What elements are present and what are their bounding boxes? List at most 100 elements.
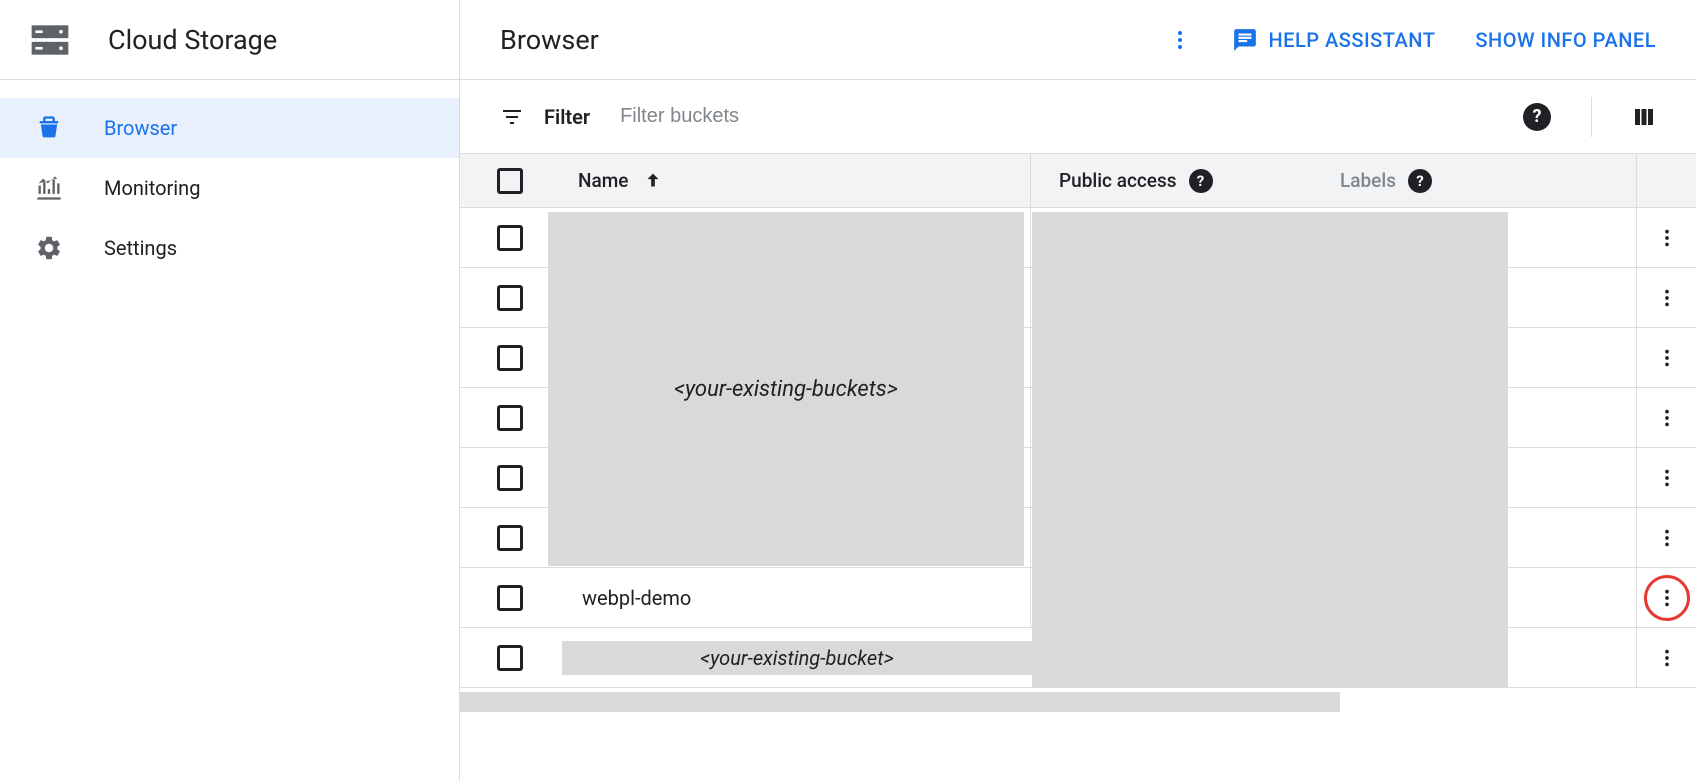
cell-name (560, 388, 1030, 447)
help-icon[interactable]: ? (1408, 169, 1432, 193)
row-checkbox[interactable] (497, 465, 523, 491)
table-row-webpl-demo: webpl-demo (460, 568, 1696, 628)
filter-icon (500, 105, 524, 129)
row-menu-button[interactable] (1636, 268, 1696, 327)
product-title: Cloud Storage (108, 24, 277, 56)
row-checkbox[interactable] (497, 645, 523, 671)
row-menu-button[interactable] (1636, 208, 1696, 267)
cell-labels (1330, 508, 1636, 567)
show-info-panel-button[interactable]: SHOW INFO PANEL (1475, 28, 1656, 52)
show-info-label: SHOW INFO PANEL (1475, 28, 1656, 52)
table-row (460, 388, 1696, 448)
filter-input[interactable] (620, 105, 1503, 128)
row-checkbox[interactable] (497, 405, 523, 431)
row-checkbox[interactable] (497, 585, 523, 611)
header-actions: HELP ASSISTANT SHOW INFO PANEL (1168, 27, 1656, 53)
row-menu-button[interactable] (1636, 628, 1696, 687)
cell-public (1032, 628, 1332, 687)
column-header-public-label: Public access (1059, 169, 1177, 192)
cell-name (560, 448, 1030, 507)
cell-name[interactable]: webpl-demo (560, 568, 1030, 627)
cell-public (1030, 208, 1330, 267)
divider (1591, 97, 1592, 137)
table-row (460, 208, 1696, 268)
filter-label: Filter (544, 105, 590, 129)
table-header: Name Public access ? Labels ? (460, 154, 1696, 208)
row-checkbox[interactable] (497, 225, 523, 251)
sidebar: Cloud Storage Browser Monitoring Setting… (0, 0, 460, 781)
cell-name (560, 328, 1030, 387)
sort-ascending-icon (642, 170, 664, 192)
cell-labels (1332, 628, 1636, 687)
cell-name (560, 208, 1030, 267)
cell-public (1030, 328, 1330, 387)
more-vert-icon (1656, 647, 1678, 669)
more-vert-icon (1656, 407, 1678, 429)
chat-icon (1232, 27, 1258, 53)
cell-labels (1330, 448, 1636, 507)
gear-icon (34, 233, 64, 263)
placeholder-existing-bucket: <your-existing-bucket> (562, 641, 1032, 675)
cell-public (1030, 268, 1330, 327)
help-icon[interactable]: ? (1189, 169, 1213, 193)
row-menu-button[interactable] (1636, 388, 1696, 447)
header-overflow-icon[interactable] (1168, 28, 1192, 52)
more-vert-icon (1656, 347, 1678, 369)
select-all-checkbox[interactable] (497, 168, 523, 194)
cell-labels (1330, 388, 1636, 447)
sidebar-nav: Browser Monitoring Settings (0, 80, 459, 278)
cell-labels (1330, 208, 1636, 267)
highlighted-circle (1644, 575, 1690, 621)
horizontal-scrollbar[interactable] (460, 692, 1340, 712)
cell-public (1030, 508, 1330, 567)
sidebar-item-browser[interactable]: Browser (0, 98, 459, 158)
sidebar-item-label: Settings (104, 236, 177, 260)
row-checkbox[interactable] (497, 285, 523, 311)
main-header: Browser HELP ASSISTANT SHOW INFO PANEL (460, 0, 1696, 80)
sidebar-item-monitoring[interactable]: Monitoring (0, 158, 459, 218)
sidebar-header: Cloud Storage (0, 0, 459, 80)
sidebar-item-label: Browser (104, 116, 177, 140)
row-checkbox[interactable] (497, 525, 523, 551)
cell-public (1030, 568, 1330, 627)
row-menu-button[interactable] (1636, 448, 1696, 507)
help-icon[interactable]: ? (1523, 103, 1551, 131)
column-header-name[interactable]: Name (560, 169, 1030, 192)
filter-bar: Filter ? (460, 80, 1696, 154)
cell-public (1030, 388, 1330, 447)
table-row (460, 268, 1696, 328)
more-vert-icon (1656, 527, 1678, 549)
bucket-icon (34, 113, 64, 143)
monitoring-icon (34, 173, 64, 203)
sidebar-item-settings[interactable]: Settings (0, 218, 459, 278)
column-header-menu (1636, 154, 1696, 207)
table-row (460, 508, 1696, 568)
column-header-public-access[interactable]: Public access ? (1030, 154, 1330, 207)
row-menu-button[interactable] (1636, 568, 1696, 627)
more-vert-icon (1656, 467, 1678, 489)
more-vert-icon (1656, 587, 1678, 609)
cell-name (560, 508, 1030, 567)
help-assistant-button[interactable]: HELP ASSISTANT (1232, 27, 1435, 53)
main-content: Browser HELP ASSISTANT SHOW INFO PANEL F… (460, 0, 1696, 781)
bucket-name: webpl-demo (578, 586, 691, 610)
more-vert-icon (1656, 287, 1678, 309)
table-body: <your-existing-buckets> (460, 208, 1696, 712)
table-row: <your-existing-bucket> (460, 628, 1696, 688)
column-selector-icon[interactable] (1632, 105, 1656, 129)
column-header-labels[interactable]: Labels ? (1330, 169, 1636, 193)
bucket-table: Name Public access ? Labels ? <your-exis… (460, 154, 1696, 781)
select-all-cell (460, 168, 560, 194)
page-title: Browser (500, 24, 1168, 56)
row-checkbox[interactable] (497, 345, 523, 371)
row-menu-button[interactable] (1636, 328, 1696, 387)
cell-labels (1330, 328, 1636, 387)
row-menu-button[interactable] (1636, 508, 1696, 567)
cloud-storage-icon (20, 18, 80, 62)
column-header-name-label: Name (578, 169, 628, 192)
table-row (460, 448, 1696, 508)
cell-labels (1330, 568, 1636, 627)
table-row (460, 328, 1696, 388)
more-vert-icon (1656, 227, 1678, 249)
cell-public (1030, 448, 1330, 507)
